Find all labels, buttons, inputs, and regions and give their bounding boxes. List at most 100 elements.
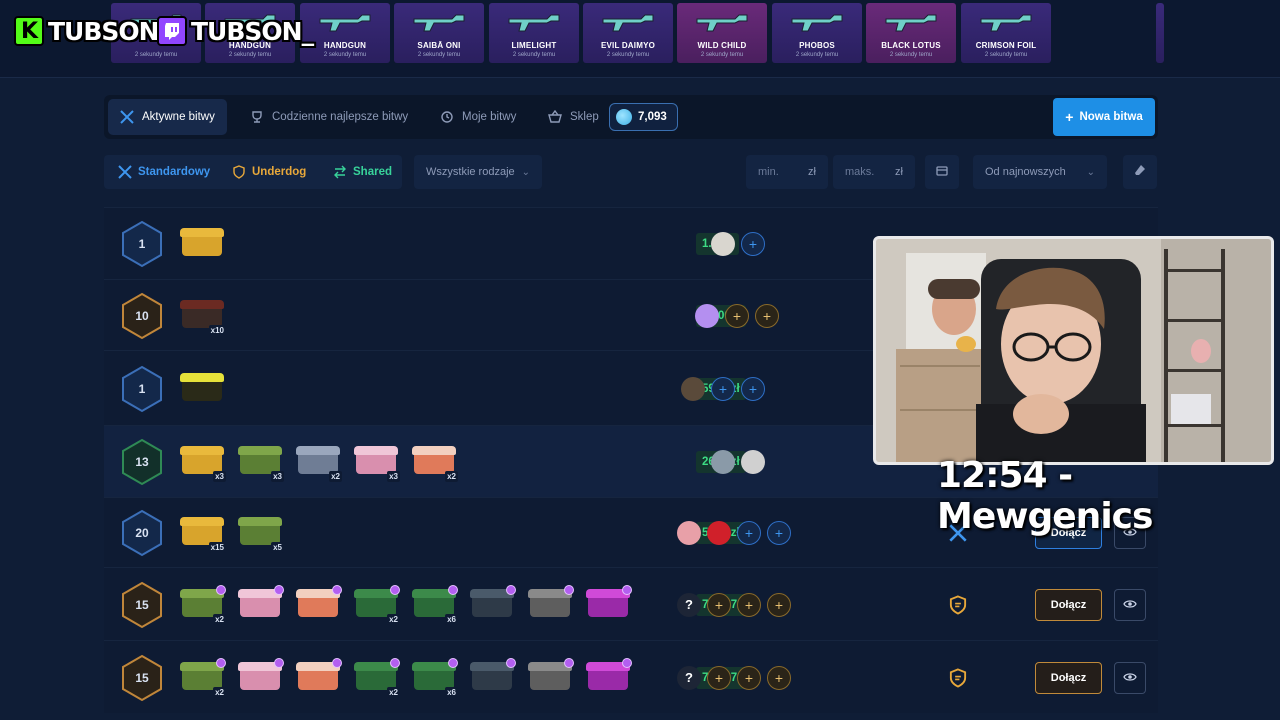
drop-item[interactable]: SAIBĀ ONI 2 sekundy temu [394, 3, 484, 63]
case-item: x2 [296, 442, 342, 482]
rounds-count: 10 [135, 308, 149, 323]
tab-label: Aktywne bitwy [142, 111, 215, 123]
watch-battle-button[interactable] [1114, 588, 1146, 621]
drop-item[interactable]: PHOBOS 2 sekundy temu [772, 3, 862, 63]
player-avatar[interactable] [711, 450, 735, 474]
weapon-skin-icon [980, 14, 1032, 32]
empty-slot-plus-icon[interactable]: + [741, 376, 765, 401]
drop-item[interactable] [1156, 3, 1164, 63]
watch-battle-button[interactable] [1114, 661, 1146, 694]
rounds-count: 13 [135, 455, 149, 469]
rounds-badge: 1 [120, 220, 164, 268]
drop-name: BLACK LOTUS [881, 41, 941, 50]
weapon-skin-icon [696, 14, 748, 32]
join-battle-button[interactable]: Dołącz [1035, 661, 1102, 694]
player-avatar[interactable] [741, 450, 765, 474]
empty-slot-plus-icon[interactable]: + [767, 521, 791, 545]
player-avatar[interactable] [711, 232, 735, 256]
drop-time: 2 sekundy temu [984, 52, 1028, 58]
drop-item[interactable]: LIMELIGHT 2 sekundy temu [489, 3, 579, 63]
premium-dot-icon [390, 584, 400, 595]
shared-arrows-icon [333, 165, 347, 179]
empty-slot-plus-icon[interactable]: + [755, 303, 779, 328]
sort-select[interactable]: Od najnowszych ⌄ [973, 155, 1107, 189]
drop-item[interactable]: CRIMSON FOIL 2 sekundy temu [961, 3, 1051, 63]
player-avatar[interactable] [707, 521, 731, 545]
filter-label: Shared [353, 166, 392, 178]
tab-shop[interactable]: Sklep [536, 99, 611, 135]
empty-slot-plus-icon[interactable]: + [767, 592, 791, 617]
empty-slot-plus-icon[interactable]: + [711, 376, 735, 401]
filter-standard[interactable]: Standardowy [118, 155, 210, 189]
min-price-input[interactable]: min. zł [746, 155, 828, 189]
case-lid [412, 446, 456, 455]
weapon-skin-icon [508, 14, 560, 32]
case-quantity: x5 [271, 542, 284, 553]
rounds-badge: 1 [120, 365, 164, 413]
case-item: x3 [180, 442, 226, 482]
drop-time: 2 sekundy temu [417, 52, 461, 58]
empty-slot-plus-icon[interactable]: + [737, 521, 761, 545]
chevron-down-icon: ⌄ [521, 166, 530, 178]
empty-slot-plus-icon[interactable]: + [767, 665, 791, 690]
filter-underdog[interactable]: Underdog [232, 155, 306, 189]
mode-filter-group: Standardowy Underdog Shared [104, 155, 402, 189]
case-lid [180, 446, 224, 455]
rounds-badge: 15 [120, 654, 164, 702]
premium-dot-icon [622, 584, 632, 595]
rounds-badge: 15 [120, 581, 164, 629]
coin-balance[interactable]: 7,093 [609, 103, 678, 131]
drop-time: 2 sekundy temu [323, 52, 367, 58]
rounds-badge: 13 [120, 438, 164, 486]
eye-icon [1123, 596, 1137, 614]
case-quantity: x10 [208, 324, 226, 336]
empty-slot-plus-icon[interactable]: + [725, 303, 749, 328]
case-type-select[interactable]: Wszystkie rodzaje ⌄ [414, 155, 542, 189]
case-item: x2 [180, 657, 226, 698]
crossed-swords-icon [118, 165, 132, 179]
premium-dot-icon [274, 657, 284, 668]
battle-cases: x15 x5 [180, 513, 296, 553]
tab-daily-best-battles[interactable]: Codzienne najlepsze bitwy [238, 99, 420, 135]
filter-shared[interactable]: Shared [333, 155, 392, 189]
player-avatar[interactable] [695, 303, 719, 328]
new-battle-button[interactable]: + Nowa bitwa [1053, 98, 1155, 136]
kick-streamer-badge: K TUBSON [14, 14, 160, 48]
player-avatar[interactable] [677, 521, 701, 545]
drop-time: 2 sekundy temu [512, 52, 556, 58]
drop-item[interactable]: BLACK LOTUS 2 sekundy temu [866, 3, 956, 63]
battle-row[interactable]: 15x2x2x6702.87zł?+++Dołącz [104, 640, 1158, 713]
drop-item[interactable]: WILD CHILD 2 sekundy temu [677, 3, 767, 63]
battle-cases: x2 x2 x6 [180, 584, 644, 625]
join-battle-button[interactable]: Dołącz [1035, 588, 1102, 621]
max-price-input[interactable]: maks. zł [833, 155, 915, 189]
basket-icon [548, 110, 562, 124]
empty-slot-plus-icon[interactable]: + [741, 232, 765, 256]
case-quantity: x3 [387, 471, 400, 482]
drop-item[interactable]: EVIL DAIMYO 2 sekundy temu [583, 3, 673, 63]
empty-slot-plus-icon[interactable]: + [707, 665, 731, 690]
player-avatar[interactable] [681, 376, 705, 401]
case-item: x10 [180, 296, 226, 336]
case-item [180, 369, 224, 405]
case-item [238, 584, 284, 621]
empty-slot-plus-icon[interactable]: + [737, 592, 761, 617]
streamer-webcam [873, 236, 1274, 465]
battle-row[interactable]: 15x2x2x6702.87zł?+++Dołącz [104, 567, 1158, 640]
tab-active-battles[interactable]: Aktywne bitwy [108, 99, 227, 135]
rounds-count: 15 [135, 597, 149, 612]
drop-item[interactable]: HANDGUN 2 sekundy temu [300, 3, 390, 63]
case-item: x6 [412, 584, 458, 625]
case-lid [354, 446, 398, 455]
case-lid [180, 517, 224, 526]
crossed-swords-icon [120, 110, 134, 124]
empty-slot-plus-icon[interactable]: + [707, 592, 731, 617]
case-filter-button[interactable] [925, 155, 959, 189]
currency-label: zł [895, 166, 903, 178]
clear-filters-button[interactable] [1123, 155, 1157, 189]
tab-my-battles[interactable]: Moje bitwy [428, 99, 528, 135]
premium-dot-icon [332, 584, 342, 595]
drop-name: HANDGUN [323, 41, 367, 50]
battle-players [711, 447, 771, 477]
empty-slot-plus-icon[interactable]: + [737, 665, 761, 690]
